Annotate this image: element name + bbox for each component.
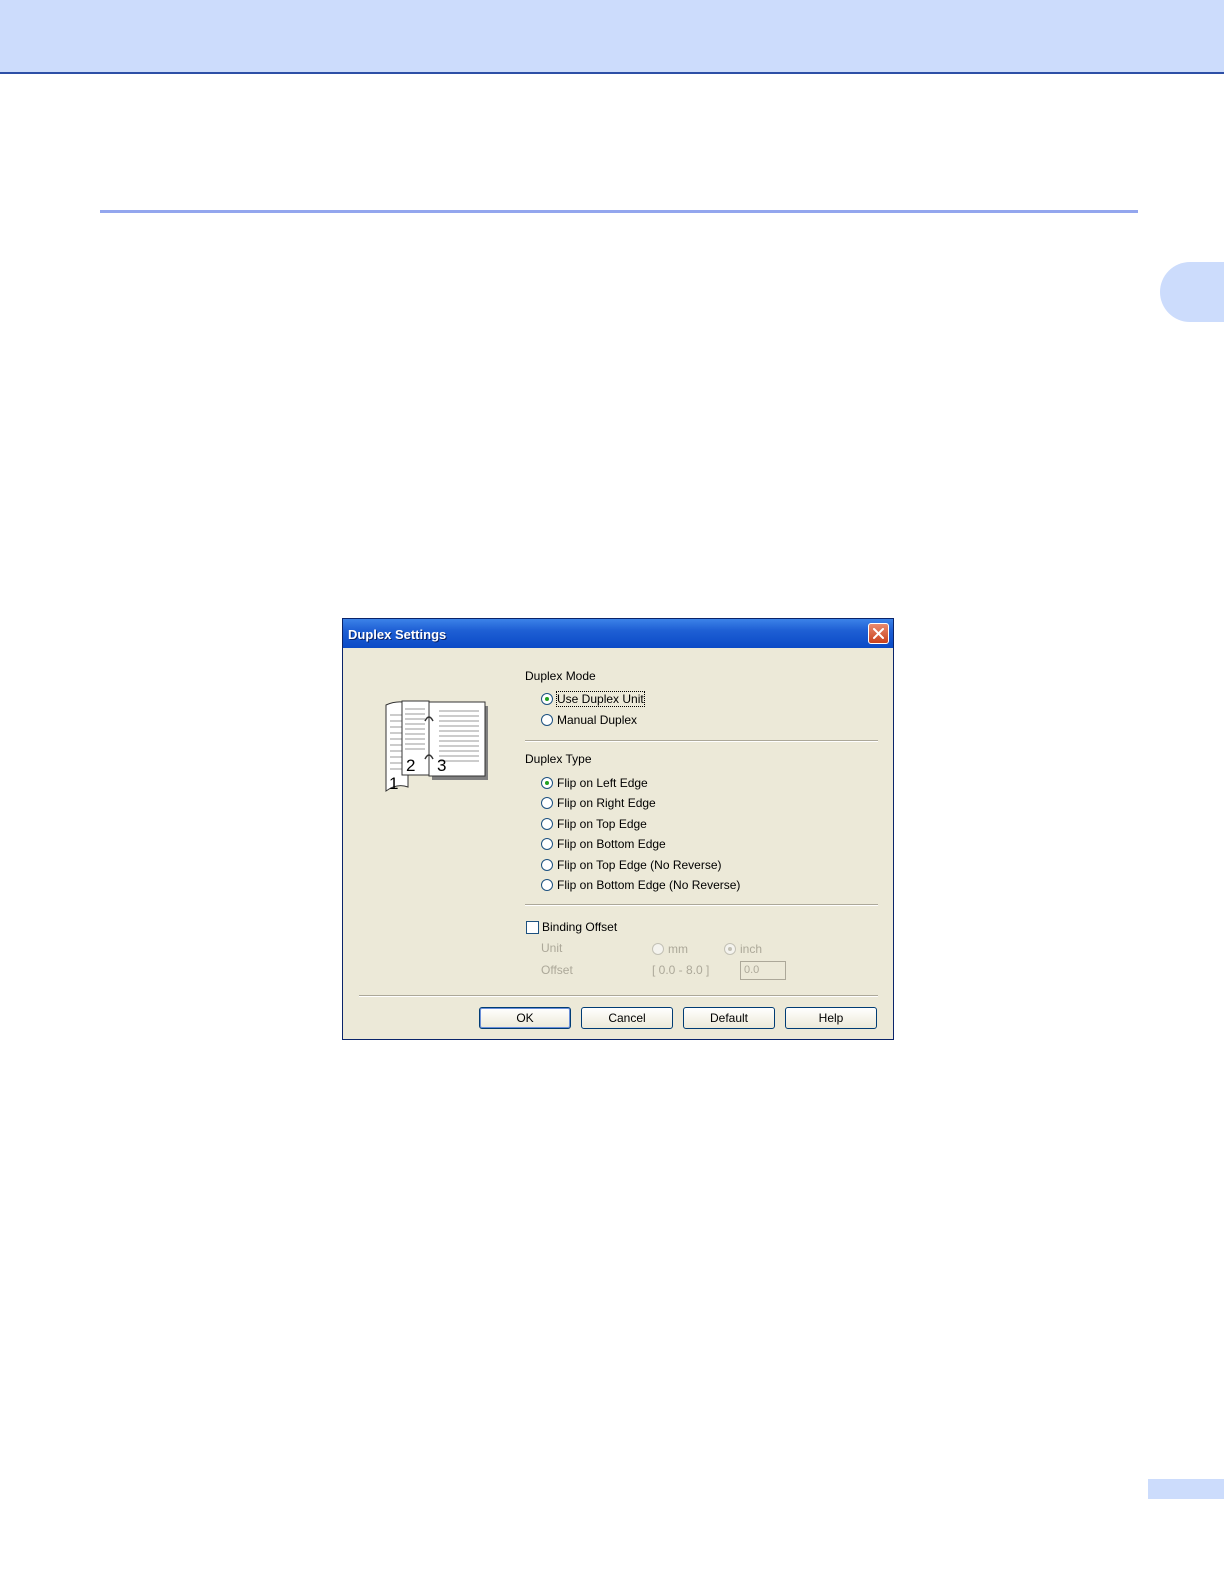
radio-flip-top-edge[interactable]: Flip on Top Edge xyxy=(541,816,647,832)
radio-label: Flip on Left Edge xyxy=(557,776,648,790)
radio-label: Flip on Top Edge xyxy=(557,817,647,831)
separator xyxy=(525,740,878,742)
duplex-mode-label: Duplex Mode xyxy=(525,669,596,683)
default-button[interactable]: Default xyxy=(683,1007,775,1029)
radio-button[interactable] xyxy=(541,859,553,871)
radio-flip-right-edge[interactable]: Flip on Right Edge xyxy=(541,795,656,811)
radio-unit-inch[interactable]: inch xyxy=(724,941,762,957)
radio-use-duplex-unit[interactable]: Use Duplex Unit xyxy=(541,691,645,707)
radio-label: inch xyxy=(740,942,763,956)
radio-button[interactable] xyxy=(541,818,553,830)
dialog-titlebar: Duplex Settings xyxy=(343,619,893,648)
radio-label: Use Duplex Unit xyxy=(556,691,645,707)
radio-button[interactable] xyxy=(541,714,553,726)
duplex-type-label: Duplex Type xyxy=(525,752,592,766)
page-number-2: 2 xyxy=(406,756,415,775)
page-number-tab xyxy=(1148,1479,1224,1499)
binding-offset-checkbox[interactable] xyxy=(526,921,539,934)
separator xyxy=(359,995,878,997)
chapter-tab xyxy=(1160,262,1224,322)
radio-label: Flip on Top Edge (No Reverse) xyxy=(557,858,722,872)
close-icon[interactable] xyxy=(868,623,889,644)
radio-flip-left-edge[interactable]: Flip on Left Edge xyxy=(541,775,648,791)
radio-unit-mm[interactable]: mm xyxy=(652,941,688,957)
page-number-1: 1 xyxy=(389,774,398,793)
radio-button[interactable] xyxy=(541,797,553,809)
radio-button[interactable] xyxy=(541,879,553,891)
page-number-3: 3 xyxy=(437,756,446,775)
cancel-button[interactable]: Cancel xyxy=(581,1007,673,1029)
duplex-booklet-icon: 1 2 3 xyxy=(385,700,488,793)
ok-button[interactable]: OK xyxy=(479,1007,571,1029)
page-header-band xyxy=(0,0,1224,74)
radio-manual-duplex[interactable]: Manual Duplex xyxy=(541,712,637,728)
radio-button[interactable] xyxy=(541,693,553,705)
binding-offset-label: Binding Offset xyxy=(542,920,618,934)
radio-flip-top-edge-no-reverse[interactable]: Flip on Top Edge (No Reverse) xyxy=(541,857,722,873)
radio-button[interactable] xyxy=(652,943,664,955)
unit-label: Unit xyxy=(541,941,563,955)
offset-label: Offset xyxy=(541,963,573,977)
radio-label: Manual Duplex xyxy=(557,713,638,727)
help-button[interactable]: Help xyxy=(785,1007,877,1029)
radio-flip-bottom-edge-no-reverse[interactable]: Flip on Bottom Edge (No Reverse) xyxy=(541,877,740,893)
radio-flip-bottom-edge[interactable]: Flip on Bottom Edge xyxy=(541,836,666,852)
radio-button[interactable] xyxy=(724,943,736,955)
section-divider xyxy=(100,210,1138,213)
separator xyxy=(525,904,878,906)
duplex-settings-dialog: Duplex Settings 1 2 3 Duplex Mode Use Du… xyxy=(342,618,894,1040)
radio-label: mm xyxy=(668,942,688,956)
offset-value-field[interactable]: 0.0 xyxy=(740,961,786,980)
radio-button[interactable] xyxy=(541,777,553,789)
radio-label: Flip on Right Edge xyxy=(557,796,656,810)
radio-label: Flip on Bottom Edge (No Reverse) xyxy=(557,878,741,892)
radio-label: Flip on Bottom Edge xyxy=(557,837,666,851)
radio-button[interactable] xyxy=(541,838,553,850)
offset-range-label: [ 0.0 - 8.0 ] xyxy=(652,963,710,977)
dialog-title: Duplex Settings xyxy=(348,627,447,642)
